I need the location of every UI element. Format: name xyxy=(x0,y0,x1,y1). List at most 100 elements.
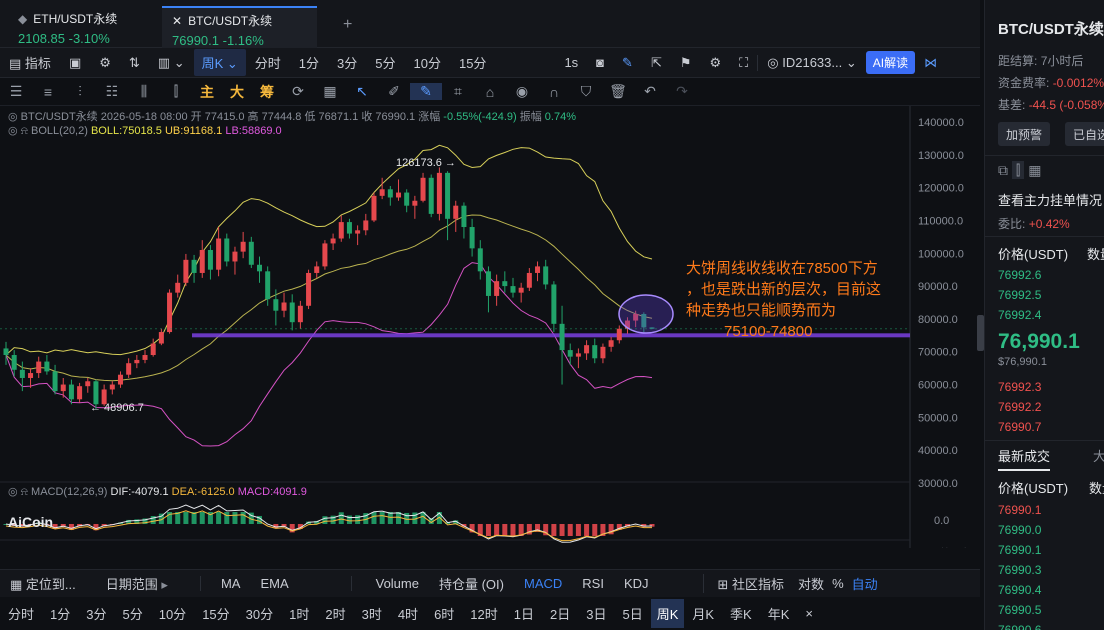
compare-icon[interactable]: ⇅ xyxy=(120,55,149,71)
measure-icon[interactable]: ⌗ xyxy=(442,83,474,100)
add-tab-button[interactable]: + xyxy=(343,16,352,34)
gear-icon[interactable]: ⚙ xyxy=(701,55,731,71)
trades-tab[interactable]: 最新成交 xyxy=(998,446,1051,471)
indicator-button[interactable]: ▤ 指标 xyxy=(0,53,60,72)
close-icon[interactable]: ✕ xyxy=(172,14,182,28)
refresh-icon[interactable]: ⟳ xyxy=(282,83,314,100)
tab-eth[interactable]: ◆ ETH/USDT永续 2108.85 -3.10% xyxy=(8,6,127,48)
eye-icon[interactable]: ◎ xyxy=(8,125,18,137)
magnet-icon[interactable]: ∩ xyxy=(538,84,570,100)
tf-10m[interactable]: 10分 xyxy=(405,53,450,72)
close-icon[interactable]: × xyxy=(797,606,821,621)
lock-icon[interactable]: ⌂ xyxy=(474,84,506,100)
bell-icon[interactable]: ⍾ xyxy=(21,486,28,498)
lines-icon[interactable]: ≡ xyxy=(32,84,64,100)
interval-option[interactable]: 周K xyxy=(650,599,685,628)
tf-1s[interactable]: 1s xyxy=(555,55,587,70)
depth-title[interactable]: 查看主力挂单情况 xyxy=(998,190,1102,209)
interval-dropdown[interactable]: 周K ⌄ xyxy=(193,49,246,76)
date-range-button[interactable]: 日期范围 ▸ xyxy=(96,574,178,593)
add-alert-button[interactable]: 加预警 xyxy=(998,122,1051,146)
ai-button[interactable]: AI解读 xyxy=(865,51,916,74)
ind-volume[interactable]: Volume xyxy=(350,576,429,591)
orderbook-row[interactable]: 76990.7 xyxy=(998,420,1041,434)
bell-icon[interactable]: ⍾ xyxy=(21,125,28,137)
align-icon[interactable]: ⫶ xyxy=(64,83,96,100)
eye-icon[interactable]: ◉ xyxy=(506,83,538,100)
tf-15m[interactable]: 15分 xyxy=(450,53,495,72)
ind-ema[interactable]: EMA xyxy=(250,576,298,591)
tf-fenshi[interactable]: 分时 xyxy=(246,53,290,72)
depth-tab-icon[interactable]: ⧉ ⫿ ▦ xyxy=(998,161,1042,179)
share-icon[interactable]: ⇱ xyxy=(642,55,671,71)
interval-option[interactable]: 6时 xyxy=(426,604,462,623)
tag-chou[interactable]: 筹 xyxy=(252,82,282,102)
orderbook-row[interactable]: 76992.5 xyxy=(998,288,1041,302)
interval-option[interactable]: 10分 xyxy=(151,604,194,623)
tf-5m[interactable]: 5分 xyxy=(366,53,404,72)
interval-option[interactable]: 15分 xyxy=(194,604,237,623)
orderbook-row[interactable]: 76992.4 xyxy=(998,308,1041,322)
camera-icon[interactable]: ◙ xyxy=(587,55,613,70)
draw-icon[interactable]: ✎ xyxy=(410,83,442,100)
layout-icon[interactable]: ▣ xyxy=(60,55,90,71)
tf-3m[interactable]: 3分 xyxy=(328,53,366,72)
ind-oi[interactable]: 持仓量 (OI) xyxy=(429,574,514,593)
interval-option[interactable]: 5分 xyxy=(114,604,150,623)
redo-icon[interactable]: ↷ xyxy=(666,83,698,100)
orderbook-row[interactable]: 76992.3 xyxy=(998,380,1041,394)
list-icon[interactable]: ☷ xyxy=(96,83,128,100)
orderbook-row[interactable]: 76992.2 xyxy=(998,400,1041,414)
trades-tab-large[interactable]: 大 xyxy=(1093,446,1104,465)
depth-tab-icon-2[interactable]: ⫿ xyxy=(1011,161,1025,179)
interval-option[interactable]: 2时 xyxy=(317,604,353,623)
interval-option[interactable]: 年K xyxy=(760,604,798,623)
interval-option[interactable]: 30分 xyxy=(238,604,281,623)
ind-ma[interactable]: MA xyxy=(199,576,251,591)
tag-zhu[interactable]: 主 xyxy=(192,82,222,102)
interval-option[interactable]: 1时 xyxy=(281,604,317,623)
price-chart[interactable]: 140000.0 130000.0 120000.0 110000.0 100000.0… xyxy=(0,106,980,560)
brush-icon[interactable]: ✐ xyxy=(378,83,410,100)
eye-icon[interactable]: ◎ xyxy=(8,486,18,498)
locate-button[interactable]: ▦ 定位到... xyxy=(0,574,86,593)
filter-icon[interactable]: ⛉ xyxy=(570,83,602,100)
trash-icon[interactable]: 🗑 xyxy=(602,83,634,100)
community-indicator-button[interactable]: ⊞ 社区指标 xyxy=(702,574,795,593)
ind-rsi[interactable]: RSI xyxy=(572,576,614,591)
settings-icon[interactable]: ⚙ xyxy=(90,55,120,71)
bars-icon[interactable]: ⫼ xyxy=(128,83,160,100)
panel-resize-handle[interactable] xyxy=(977,315,984,351)
expand-icon[interactable]: ⛶ xyxy=(730,55,757,71)
cursor-icon[interactable]: ↖ xyxy=(346,83,378,100)
interval-option[interactable]: 分时 xyxy=(0,604,42,623)
ind-kdj[interactable]: KDJ xyxy=(614,576,659,591)
account-dropdown[interactable]: ◎ ID21633... ⌄ xyxy=(757,54,865,71)
interval-option[interactable]: 12时 xyxy=(462,604,505,623)
interval-option[interactable]: 5日 xyxy=(614,604,650,623)
undo-icon[interactable]: ↶ xyxy=(634,83,666,100)
interval-option[interactable]: 1日 xyxy=(506,604,542,623)
tab-btc[interactable]: ✕ BTC/USDT永续 76990.1 -1.16% xyxy=(162,6,317,48)
menu-icon[interactable]: ☰ xyxy=(0,83,32,100)
interval-option[interactable]: 月K xyxy=(684,604,722,623)
auto-toggle[interactable]: 自动 xyxy=(848,574,882,593)
pen-icon[interactable]: ✎ xyxy=(613,55,642,71)
template-icon[interactable]: ⚑ xyxy=(671,55,701,71)
interval-option[interactable]: 1分 xyxy=(42,604,78,623)
ind-macd[interactable]: MACD xyxy=(514,576,572,591)
orderbook-row[interactable]: 76992.6 xyxy=(998,268,1041,282)
percent-toggle[interactable]: % xyxy=(828,576,848,591)
log-toggle[interactable]: 对数 xyxy=(794,574,828,593)
watchlist-button[interactable]: 已自选 xyxy=(1065,122,1104,146)
pattern-icon[interactable]: ▦ xyxy=(314,83,346,100)
interval-option[interactable]: 2日 xyxy=(542,604,578,623)
chart-type-icon[interactable]: ▥ ⌄ xyxy=(149,55,194,71)
interval-option[interactable]: 4时 xyxy=(390,604,426,623)
eye-icon[interactable]: ◎ xyxy=(8,111,18,123)
candle-icon[interactable]: ⫿ xyxy=(160,83,192,100)
tf-1m[interactable]: 1分 xyxy=(290,53,328,72)
network-icon[interactable]: ⋈ xyxy=(915,55,946,71)
interval-option[interactable]: 3日 xyxy=(578,604,614,623)
interval-option[interactable]: 季K xyxy=(722,604,760,623)
